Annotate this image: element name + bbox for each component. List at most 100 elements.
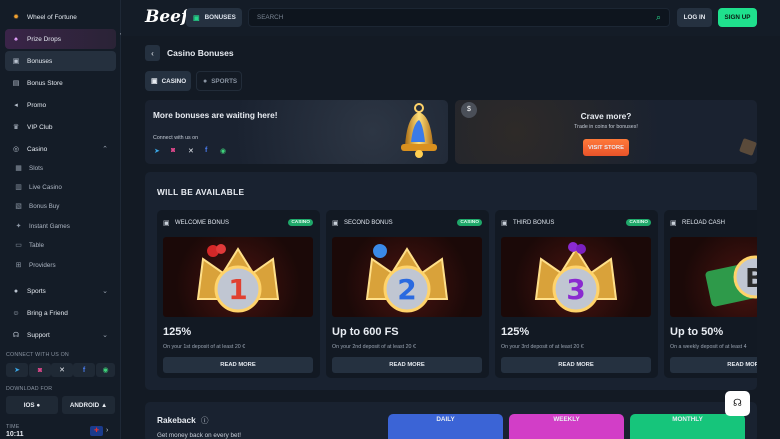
info-icon[interactable]: ⓘ	[201, 415, 209, 426]
search-input[interactable]: SEARCH ⌕	[248, 8, 670, 27]
casino-badge: CASINO	[288, 219, 313, 226]
number-2: 2	[397, 273, 416, 306]
sidebar-subitem-table[interactable]: ▭ Table	[14, 236, 114, 254]
uk-flag-icon[interactable]: ✚	[90, 426, 103, 436]
bonus-description: On your 3rd deposit of at least 20 €	[501, 344, 584, 350]
sidebar-item-label: Wheel of Fortune	[27, 13, 77, 21]
instagram-icon[interactable]: ◙	[171, 147, 175, 154]
chevron-right-icon: ›	[106, 427, 109, 434]
x-icon[interactable]: ✕	[51, 363, 73, 377]
bonus-card-welcome[interactable]: ▣ WELCOME BONUS CASINO 1 125% On your 1s…	[157, 210, 320, 378]
bonus-card-second[interactable]: ▣ SECOND BONUS CASINO 2 Up to 600 FS On …	[326, 210, 489, 378]
instagram-icon[interactable]: ◙	[29, 363, 51, 377]
daily-tab[interactable]: DAILY	[388, 414, 503, 439]
sidebar-subitem-label: Providers	[29, 261, 56, 269]
weekly-tab[interactable]: WEEKLY	[509, 414, 624, 439]
sidebar-item-prize-drops[interactable]: ♠ Prize Drops	[5, 29, 116, 49]
crown-icon: ♛	[12, 124, 20, 131]
gift-icon: ▣	[670, 220, 677, 227]
gift-icon: ▣	[332, 220, 339, 227]
read-more-button[interactable]: READ MORE	[163, 357, 313, 373]
chevron-down-icon: ⌄	[102, 288, 108, 295]
social-promo-banner: More bonuses are waiting here! Connect w…	[145, 100, 448, 164]
sidebar-item-promo[interactable]: ◂ Promo	[5, 95, 116, 115]
casino-badge: CASINO	[457, 219, 482, 226]
card-title: WELCOME BONUS	[175, 220, 230, 226]
rakeback-section: Rakeback ⓘ Get money back on every bet! …	[145, 402, 757, 439]
sidebar: ✹ Wheel of Fortune ♠ Prize Drops ▣ Bonus…	[0, 0, 121, 439]
download-label: DOWNLOAD FOR	[6, 386, 53, 392]
read-more-button[interactable]: READ MORE	[332, 357, 482, 373]
gift-icon: ▣	[501, 220, 508, 227]
logo[interactable]: Beef	[145, 7, 188, 27]
sidebar-item-label: Bonuses	[27, 57, 53, 65]
telegram-icon[interactable]: ➤	[154, 147, 160, 155]
bonuses-button[interactable]: ▣ BONUSES	[186, 8, 242, 27]
facebook-icon[interactable]: f	[205, 147, 207, 154]
bonus-art: 3	[501, 237, 651, 317]
x-icon[interactable]: ✕	[188, 147, 194, 155]
sidebar-item-bring-a-friend[interactable]: ☺ Bring a Friend	[5, 303, 116, 323]
facebook-icon[interactable]: f	[73, 363, 95, 377]
card-title: RELOAD CASH	[682, 220, 726, 226]
tab-sports[interactable]: ● SPORTS	[196, 71, 242, 91]
visit-store-button[interactable]: VISIT STORE	[583, 139, 629, 156]
sidebar-item-bonus-store[interactable]: ▤ Bonus Store	[5, 73, 116, 93]
telegram-icon[interactable]: ➤	[6, 363, 28, 377]
gift-icon: ▣	[193, 14, 200, 22]
bonus-description: On your 2nd deposit of at least 20 €	[332, 344, 416, 350]
reload-letter: B	[745, 264, 757, 294]
sidebar-item-support[interactable]: ☊ Support ⌄	[5, 325, 116, 345]
cards-icon: ▥	[15, 184, 22, 191]
tab-label: SPORTS	[211, 77, 238, 85]
read-more-button[interactable]: READ MORE	[670, 357, 757, 373]
android-download-button[interactable]: ANDROID ▲	[62, 396, 115, 414]
whatsapp-icon[interactable]: ◉	[220, 147, 226, 155]
sidebar-item-casino[interactable]: ◎ Casino ⌃	[5, 139, 116, 159]
sidebar-subitem-label: Live Casino	[29, 183, 62, 191]
sidebar-subitem-slots[interactable]: ▦ Slots	[14, 159, 114, 177]
bonus-card-third[interactable]: ▣ THIRD BONUS CASINO 3 125% On your 3rd …	[495, 210, 658, 378]
read-more-button[interactable]: READ MORE	[501, 357, 651, 373]
time-label: TIME	[6, 424, 20, 430]
bonus-value: Up to 600 FS	[332, 326, 399, 338]
sidebar-subitem-live-casino[interactable]: ▥ Live Casino	[14, 178, 114, 196]
sidebar-subitem-bonus-buy[interactable]: ▧ Bonus Buy	[14, 197, 114, 215]
monthly-tab[interactable]: MONTHLY	[630, 414, 745, 439]
ball-icon: ●	[13, 287, 19, 295]
login-button[interactable]: LOG IN	[677, 8, 712, 27]
ios-download-button[interactable]: IOS ●	[6, 396, 58, 414]
sidebar-item-bonuses[interactable]: ▣ Bonuses	[5, 51, 116, 71]
providers-icon: ⊞	[15, 262, 22, 269]
slots-icon: ▦	[15, 165, 22, 172]
bonus-card-reload[interactable]: ▣ RELOAD CASH B Up to 50% On a weekly de…	[664, 210, 757, 378]
available-bonuses-section: WILL BE AVAILABLE ▣ WELCOME BONUS CASINO…	[145, 172, 757, 390]
support-chat-button[interactable]: ☊	[725, 391, 750, 416]
bonuses-label: BONUSES	[204, 14, 236, 21]
connect-label: CONNECT WITH US ON	[6, 352, 69, 358]
sidebar-item-sports[interactable]: ● Sports ⌄	[5, 281, 116, 301]
casino-chip-icon: ◎	[12, 146, 20, 153]
bonus-value: Up to 50%	[670, 326, 724, 338]
crave-subtitle: Trade in coins for bonuses!	[574, 124, 638, 130]
crave-title: Crave more?	[580, 111, 632, 121]
back-button[interactable]: ‹	[145, 45, 160, 61]
sidebar-item-vip-club[interactable]: ♛ VIP Club	[5, 117, 116, 137]
android-icon: ▲	[100, 401, 108, 409]
chevron-up-icon: ⌃	[102, 146, 108, 153]
section-title: WILL BE AVAILABLE	[157, 187, 245, 197]
tab-casino[interactable]: ▣ CASINO	[145, 71, 191, 91]
signup-button[interactable]: SIGN UP	[718, 8, 757, 27]
sidebar-item-wheel-of-fortune[interactable]: ✹ Wheel of Fortune	[5, 7, 116, 27]
card-title: THIRD BONUS	[513, 220, 555, 226]
headset-icon: ☊	[12, 332, 20, 339]
bonus-buy-icon: ▧	[15, 203, 22, 210]
sidebar-subitem-providers[interactable]: ⊞ Providers	[14, 256, 114, 274]
sidebar-item-label: Casino	[27, 145, 48, 153]
megaphone-icon: ◂	[14, 102, 18, 109]
search-icon[interactable]: ⌕	[656, 12, 661, 23]
sidebar-subitem-label: Table	[29, 241, 45, 249]
whatsapp-icon[interactable]: ◉	[96, 363, 115, 377]
sidebar-item-label: Bring a Friend	[27, 309, 68, 317]
sidebar-subitem-instant-games[interactable]: ✦ Instant Games	[14, 217, 114, 235]
